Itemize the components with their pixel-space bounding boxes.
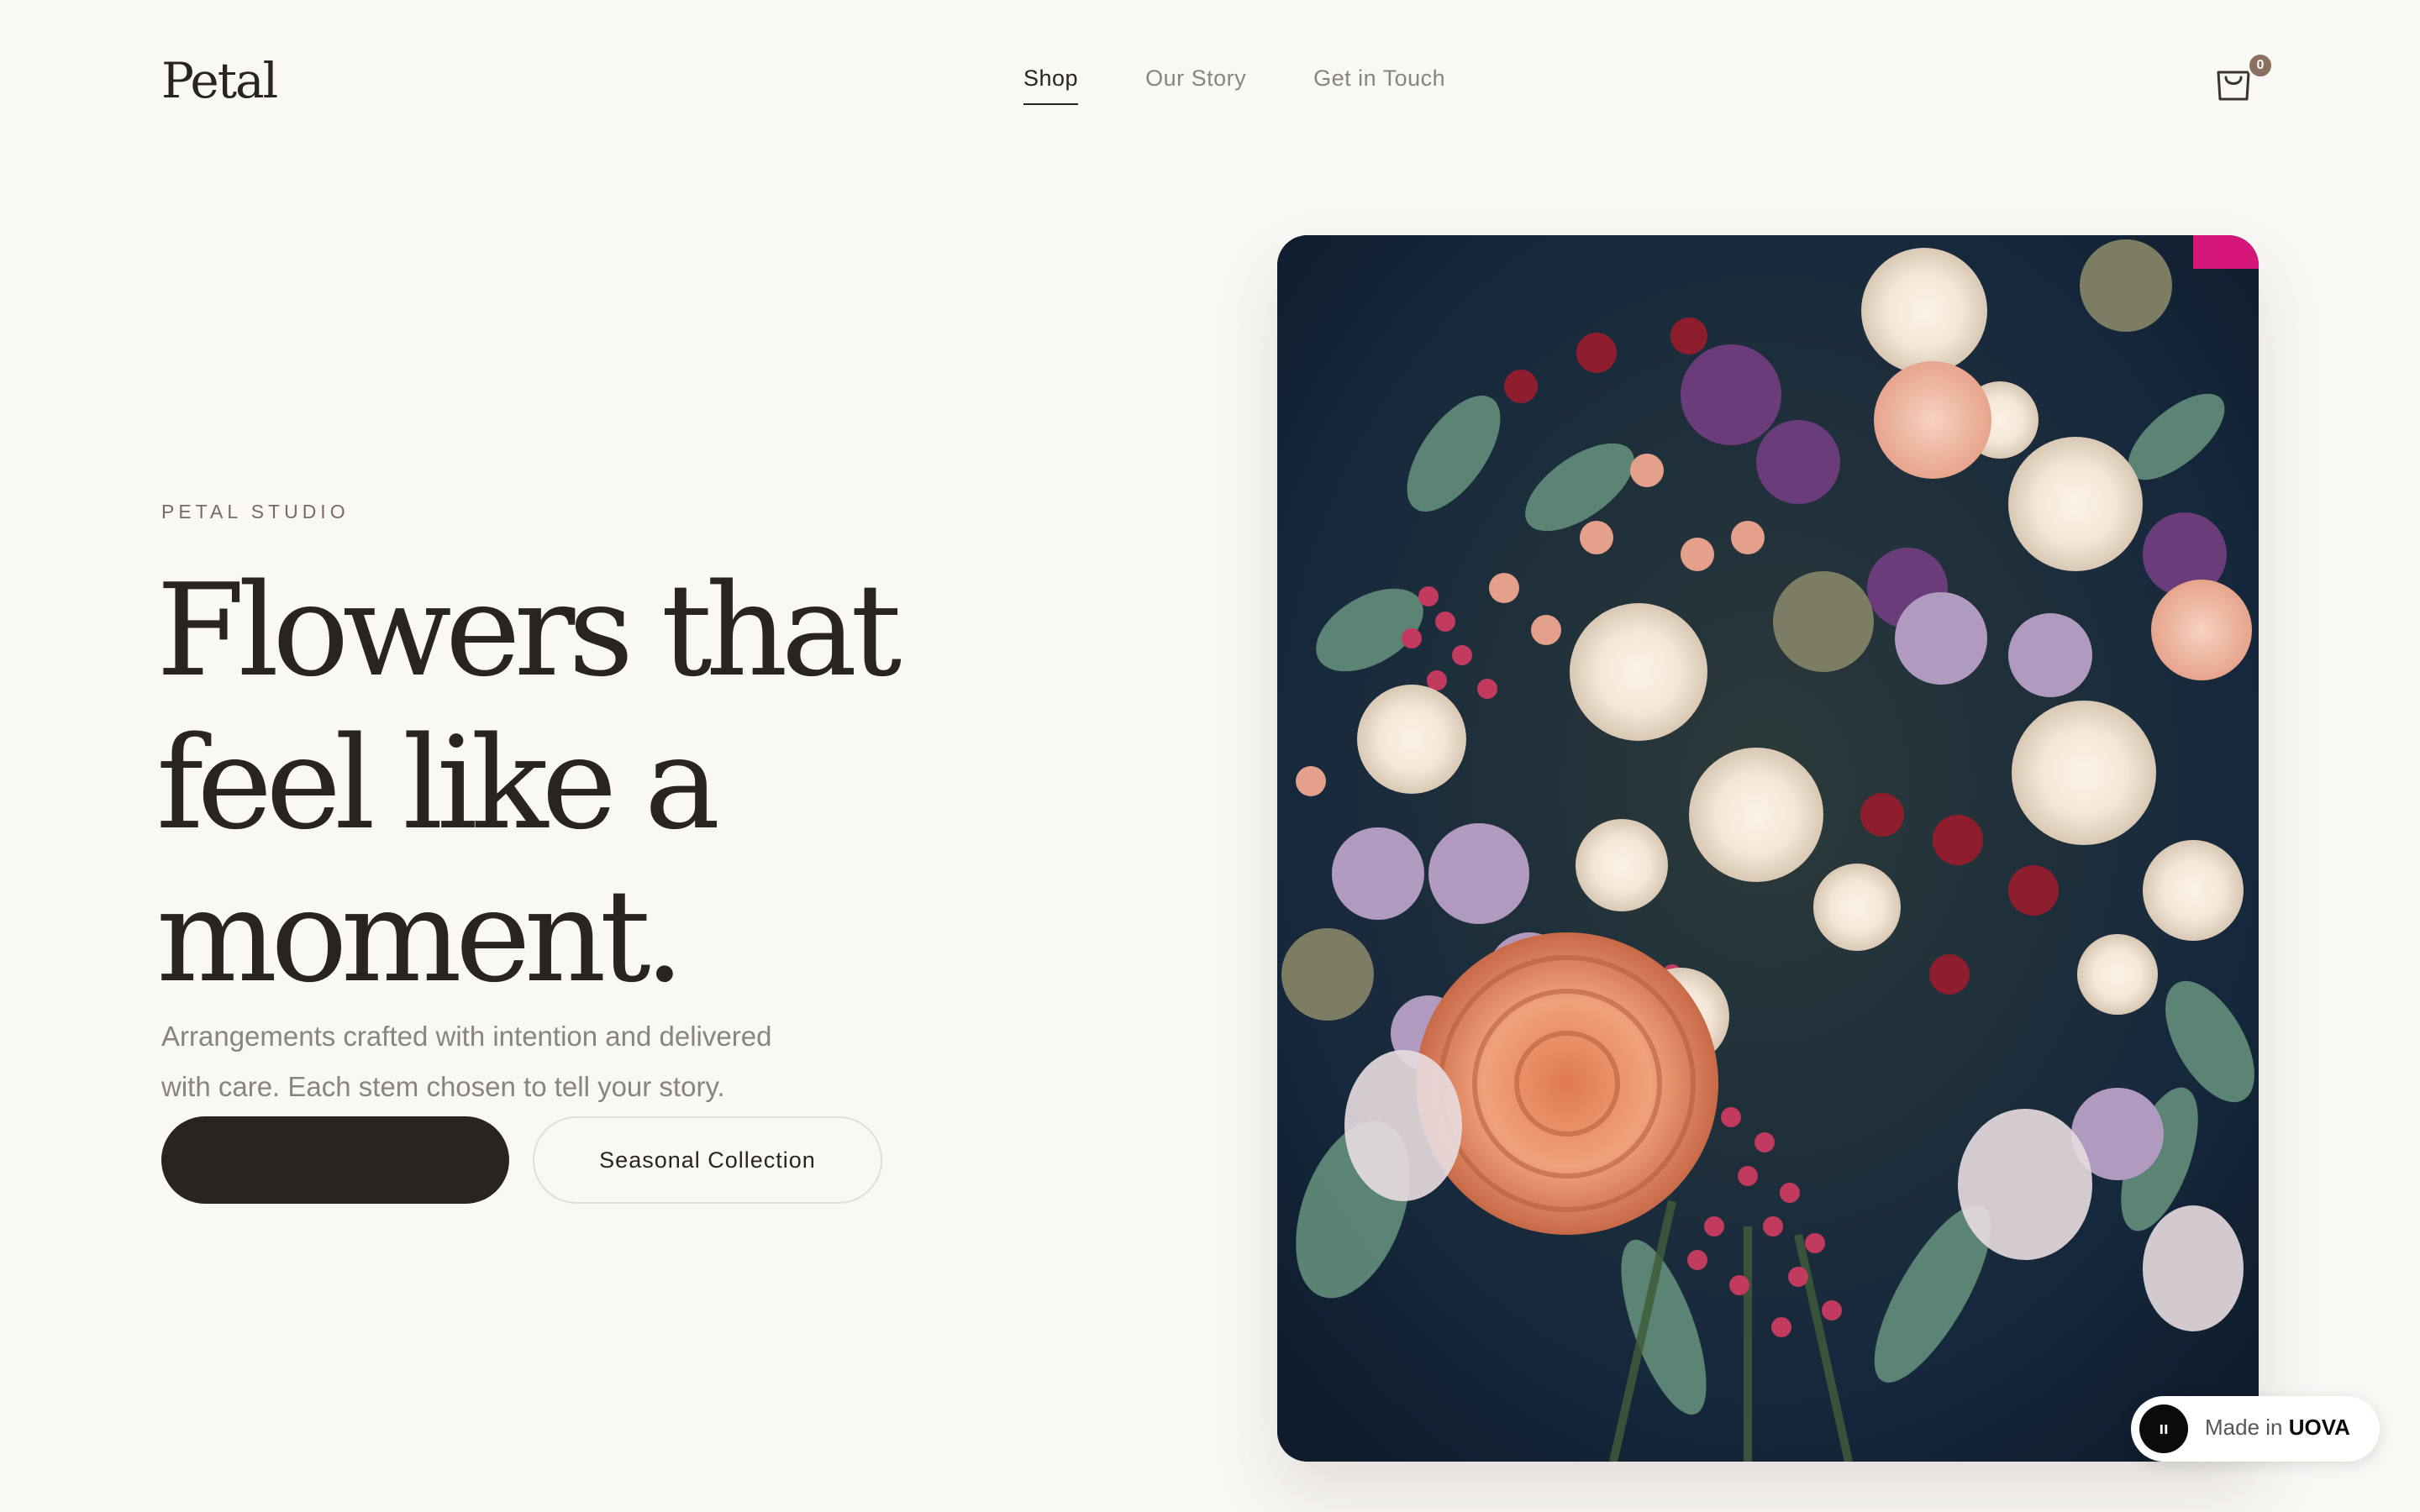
made-in-text: Made in UOVA bbox=[2205, 1415, 2350, 1441]
hero-description: Arrangements crafted with intention and … bbox=[161, 1011, 884, 1112]
nav-item-shop[interactable]: Shop bbox=[1023, 66, 1079, 105]
hero-bouquet-image bbox=[1277, 235, 2259, 1462]
hero-headline: Flowers that feel like a moment. bbox=[156, 554, 997, 1013]
made-in-prefix: Made in bbox=[2205, 1415, 2289, 1440]
seasonal-collection-button[interactable]: Seasonal Collection bbox=[533, 1116, 882, 1204]
headline-line-2: feel like a bbox=[156, 709, 720, 858]
uova-logo-icon: ıı bbox=[2139, 1404, 2188, 1453]
brand-logo[interactable]: Petal bbox=[161, 47, 278, 114]
flower-bouquet-photo bbox=[1277, 235, 2259, 1462]
made-in-uova-badge[interactable]: ıı Made in UOVA bbox=[2131, 1396, 2380, 1462]
hero-eyebrow: PETAL STUDIO bbox=[161, 501, 350, 522]
nav-item-get-in-touch[interactable]: Get in Touch bbox=[1313, 66, 1445, 105]
description-line-1: Arrangements crafted with intention and … bbox=[161, 1021, 772, 1052]
description-line-2: with care. Each stem chosen to tell your… bbox=[161, 1071, 725, 1102]
cart-button[interactable]: 0 bbox=[2213, 52, 2274, 102]
site-header: Petal Shop Our Story Get in Touch 0 bbox=[0, 0, 2420, 168]
cart-count-badge: 0 bbox=[2247, 52, 2274, 79]
headline-line-1: Flowers that bbox=[156, 556, 902, 705]
primary-cta-button[interactable] bbox=[161, 1116, 509, 1204]
nav-item-our-story[interactable]: Our Story bbox=[1145, 66, 1246, 105]
main-nav: Shop Our Story Get in Touch bbox=[1023, 66, 1445, 105]
made-in-brand: UOVA bbox=[2288, 1415, 2350, 1440]
headline-line-3: moment. bbox=[156, 862, 685, 1011]
